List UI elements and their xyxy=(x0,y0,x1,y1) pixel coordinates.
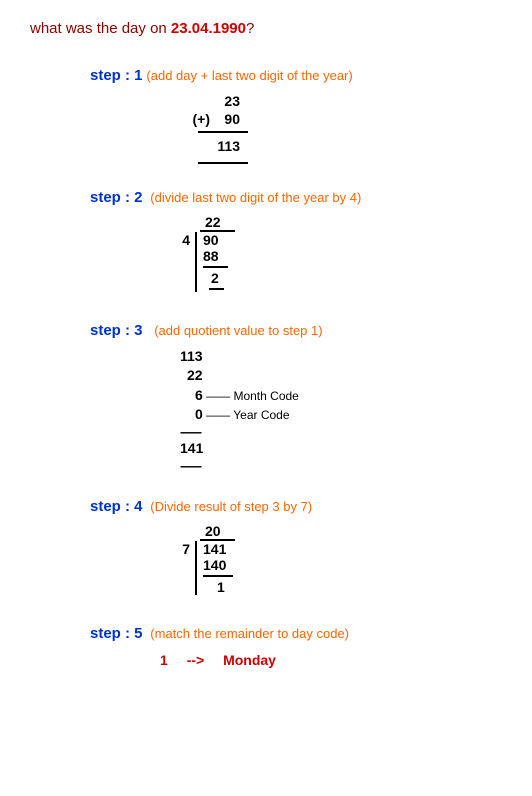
step3-result: 141 xyxy=(180,439,502,459)
step4-dividend: 141 xyxy=(203,541,233,557)
step5-day: Monday xyxy=(223,652,276,668)
step2-calc: 22 4 90 88 2 xyxy=(170,214,502,292)
step5-result: 1 --> Monday xyxy=(160,652,502,668)
step3-num3: 6 xyxy=(195,387,203,403)
step1-desc: (add day + last two digit of the year) xyxy=(146,68,352,83)
step3-calc: 113 22 6 —— Month Code 0 —— Year Code --… xyxy=(180,347,502,473)
step1-line-upper xyxy=(198,131,248,133)
step2-dividend: 90 xyxy=(203,232,228,248)
step4-divisor: 7 xyxy=(170,541,195,557)
step3-dash-lower: ------- xyxy=(180,459,502,473)
question-suffix: ? xyxy=(246,20,254,37)
step3-num2: 22 xyxy=(180,366,502,386)
step1-line-lower xyxy=(198,162,248,164)
step2-label: step : 2 xyxy=(90,189,143,206)
step5-label: step : 5 xyxy=(90,625,143,642)
step5-code: 1 xyxy=(160,652,168,668)
step5-header: step : 5 (match the remainder to day cod… xyxy=(90,625,502,642)
step2-quotient: 22 xyxy=(205,214,502,230)
step1-plus: (+) xyxy=(180,110,210,128)
arrow-icon: --> xyxy=(187,652,205,668)
step5-desc: (match the remainder to day code) xyxy=(150,626,349,641)
step4-calc: 20 7 141 140 1 xyxy=(170,523,502,595)
step4-quotient: 20 xyxy=(205,523,502,539)
step3-header: step : 3 (add quotient value to step 1) xyxy=(90,322,502,339)
step2-remainder: 2 xyxy=(203,270,228,286)
step2-rem-line xyxy=(209,288,224,290)
step2-header: step : 2 (divide last two digit of the y… xyxy=(90,189,502,206)
step3-num4: 0 xyxy=(195,406,203,422)
step3-month-code-label: —— Month Code xyxy=(203,389,299,403)
step1-num1: 23 xyxy=(210,92,240,110)
step4-header: step : 4 (Divide result of step 3 by 7) xyxy=(90,498,502,515)
step3-dash-upper: ------- xyxy=(180,425,502,439)
step1-num2: 90 xyxy=(210,110,240,128)
step2-desc: (divide last two digit of the year by 4) xyxy=(150,190,361,205)
question-date: 23.04.1990 xyxy=(171,20,246,37)
step3-num1: 113 xyxy=(180,347,502,367)
step4-label: step : 4 xyxy=(90,498,143,515)
step3-label: step : 3 xyxy=(90,322,143,339)
step2-sub: 88 xyxy=(203,248,228,264)
step4-sub-line xyxy=(203,575,233,577)
step2-divisor: 4 xyxy=(170,232,195,248)
step3-year-code-label: —— Year Code xyxy=(203,408,290,422)
step4-desc: (Divide result of step 3 by 7) xyxy=(150,499,312,514)
step1-header: step : 1 (add day + last two digit of th… xyxy=(90,67,502,84)
step4-sub: 140 xyxy=(203,557,233,573)
step1-label: step : 1 xyxy=(90,67,143,84)
step4-remainder: 1 xyxy=(203,579,233,595)
question-prefix: what was the day on xyxy=(30,20,171,37)
step1-result: 113 xyxy=(210,137,240,155)
question-text: what was the day on 23.04.1990? xyxy=(30,20,502,37)
step1-calc: 23 (+)90 113 xyxy=(180,92,502,164)
step2-sub-line xyxy=(203,266,228,268)
step3-desc: (add quotient value to step 1) xyxy=(154,323,322,338)
